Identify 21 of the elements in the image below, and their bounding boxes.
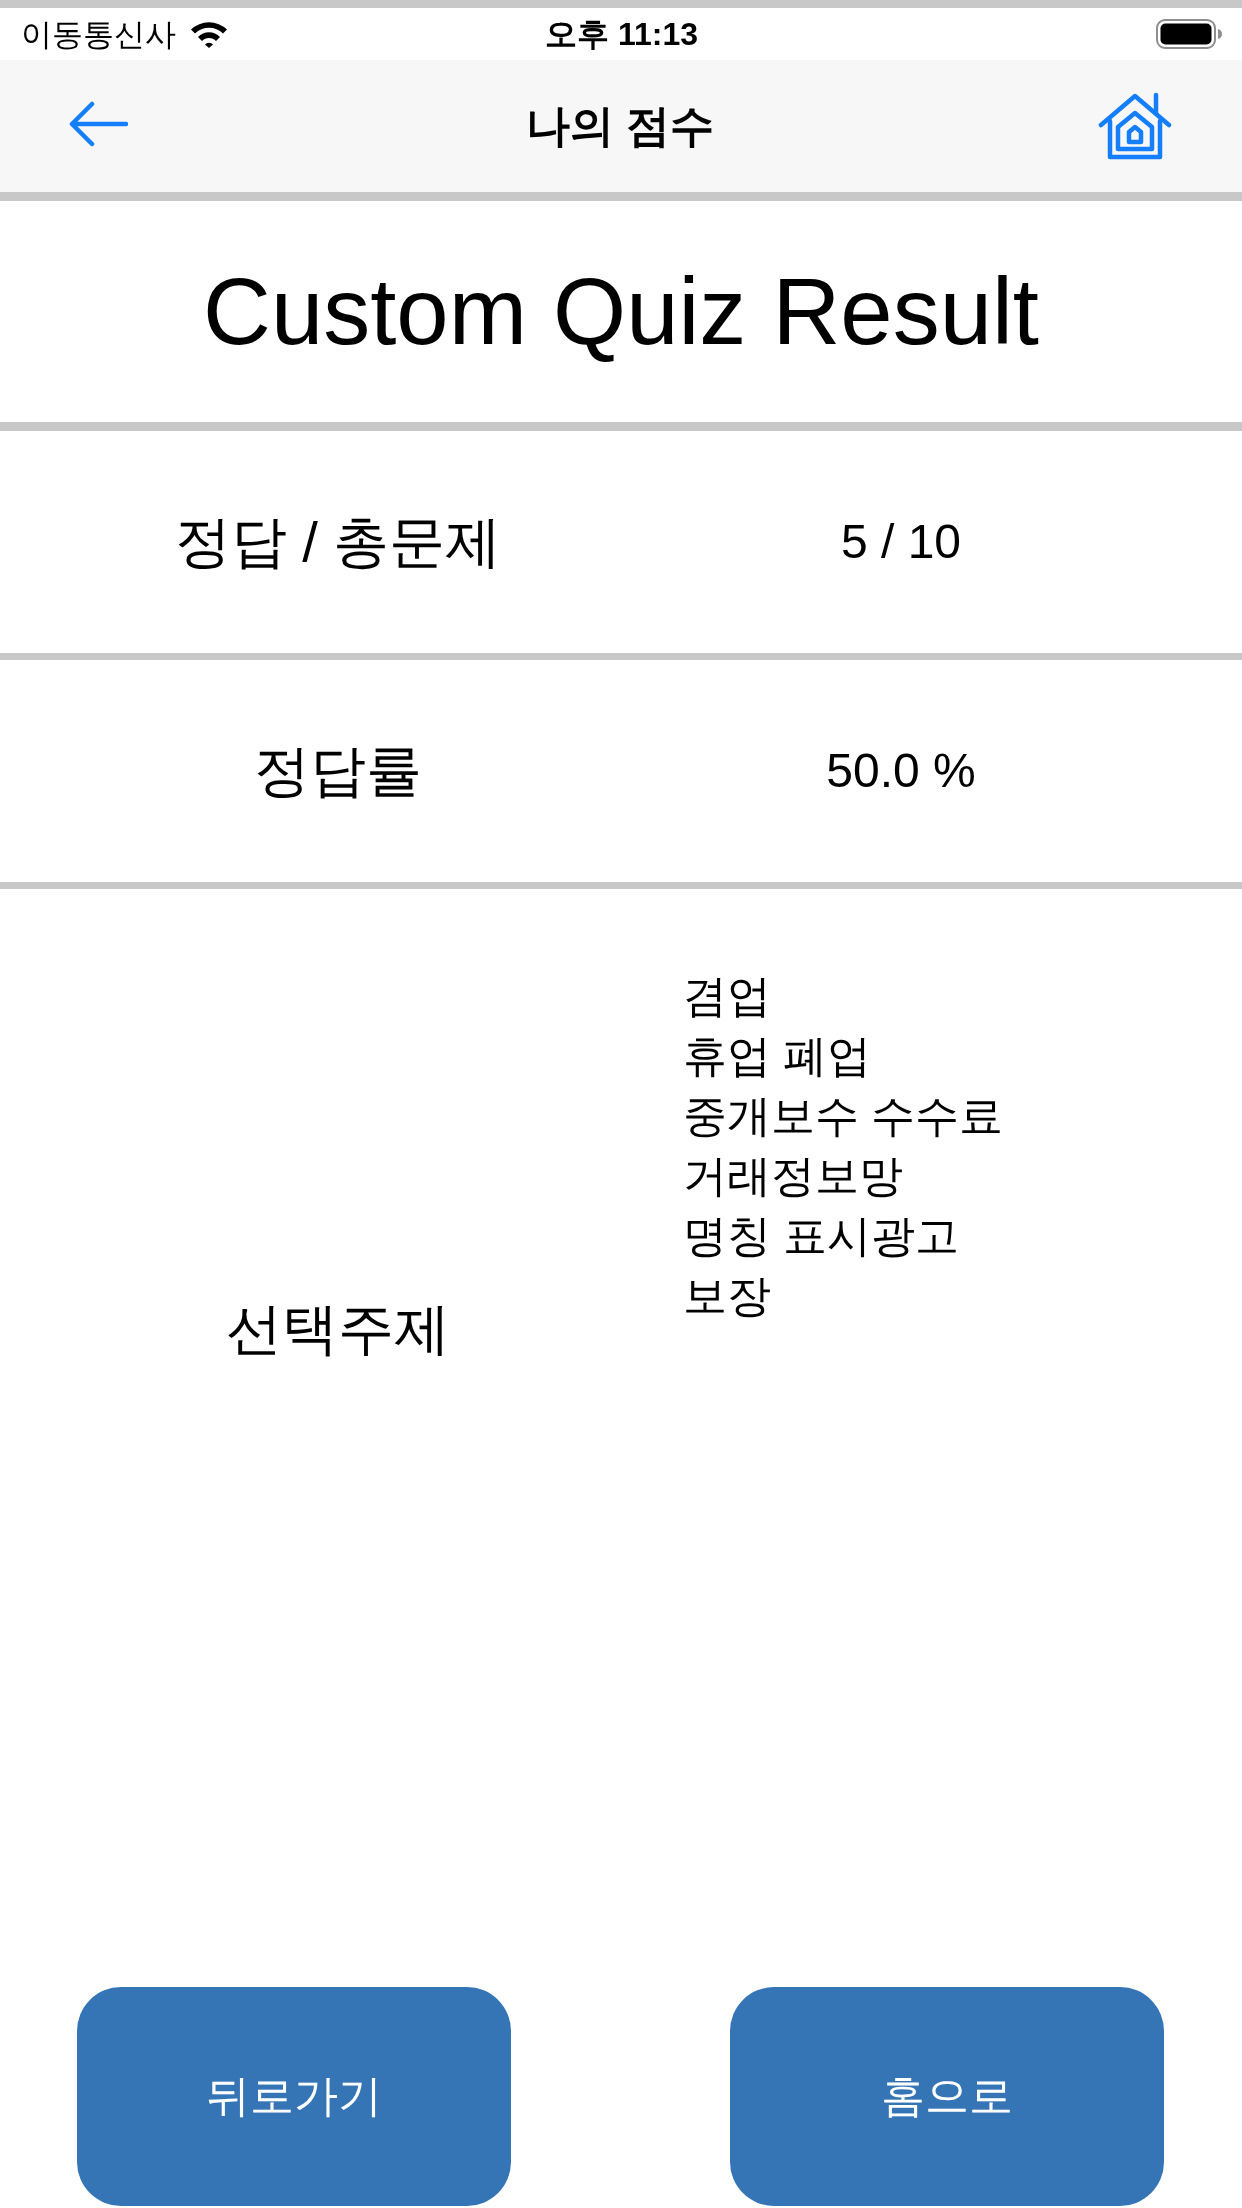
back-button[interactable]: 뒤로가기 [77,1987,511,2206]
topics-label: 선택주제 [226,1296,450,1363]
status-time: 오후 11:13 [545,18,698,50]
nav-title: 나의 점수 [525,104,715,148]
topic-item: 휴업 폐업 [683,1030,872,1082]
stat-label: 정답률 [254,738,422,805]
carrier-name: 이동통신사 [21,18,176,50]
stat-value: 50.0 % [826,743,976,800]
battery-icon [1156,19,1222,49]
home-icon[interactable] [1098,92,1172,160]
topic-item: 중개보수 수수료 [683,1090,1004,1142]
wifi-icon [190,20,228,48]
stat-value: 5 / 10 [840,514,962,571]
page-heading: Custom Quiz Result [203,259,1039,364]
home-button[interactable]: 홈으로 [730,1987,1164,2206]
topic-item: 거래정보망 [683,1150,903,1202]
topic-item: 겸업 [683,970,771,1022]
stat-label: 정답 / 총문제 [174,509,502,576]
topic-item: 명칭 표시광고 [683,1210,960,1262]
topic-item: 보장 [683,1270,771,1322]
back-arrow-icon[interactable] [68,101,128,147]
